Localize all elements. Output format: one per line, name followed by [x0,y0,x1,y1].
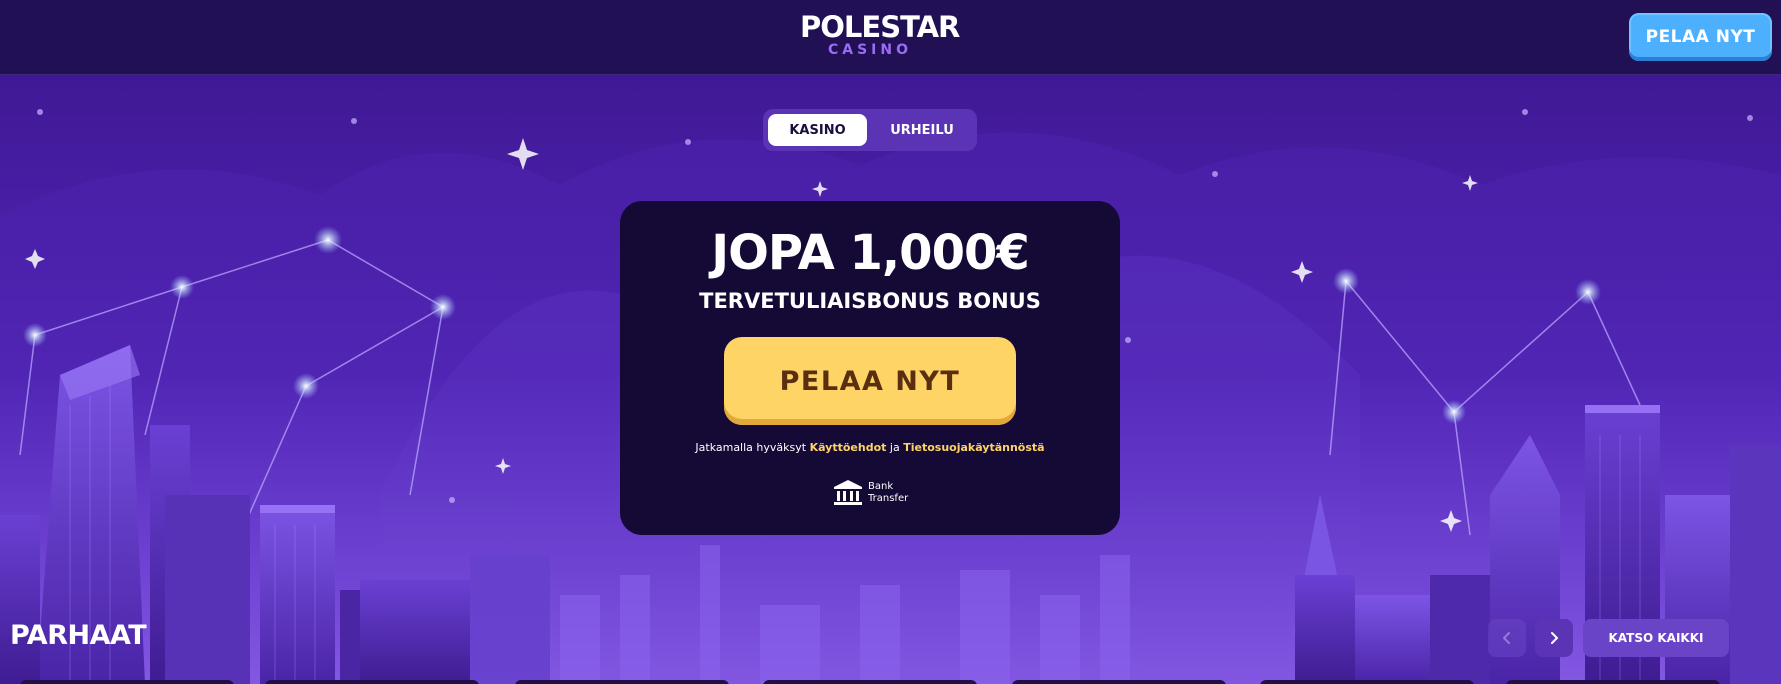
header-play-now-button[interactable]: PELAA NYT [1629,13,1772,61]
polestar-logo[interactable]: POLESTAR CASINO [800,10,960,62]
page: POLESTAR CASINO PELAA NYT KASINO URHEILU… [0,0,1781,684]
bonus-amount: JOPA 1,000€ [711,225,1030,281]
chevron-left-icon [1503,632,1510,644]
privacy-link[interactable]: Tietosuojakäytännöstä [903,441,1044,454]
tab-kasino[interactable]: KASINO [768,114,867,146]
game-tile[interactable] [265,680,479,684]
carousel-next-button[interactable] [1535,619,1573,657]
game-tile[interactable] [763,680,977,684]
game-tiles-row [0,678,1781,684]
site-header: POLESTAR CASINO PELAA NYT [0,0,1781,75]
see-all-button[interactable]: KATSO KAIKKI [1583,619,1729,657]
product-toggle: KASINO URHEILU [763,109,977,151]
bank-icon [834,480,862,505]
bonus-subtitle: TERVETULIAISBONUS BONUS [699,289,1041,313]
terms-prefix: Jatkamalla hyväksyt [695,441,807,454]
payment-method-label: Bank Transfer [868,481,918,505]
section-title-parhaat: PARHAAT [10,620,147,651]
terms-link[interactable]: Käyttöehdot [810,441,887,454]
welcome-bonus-card: JOPA 1,000€ TERVETULIAISBONUS BONUS PELA… [620,201,1120,535]
payment-line-2: Transfer [868,493,909,504]
game-tile[interactable] [515,680,729,684]
payment-line-1: Bank [868,481,894,492]
game-tile[interactable] [1260,680,1474,684]
game-tile[interactable] [1506,680,1720,684]
tab-urheilu[interactable]: URHEILU [873,114,971,146]
terms-joiner: ja [889,441,900,454]
game-tile[interactable] [20,680,234,684]
bonus-play-now-button[interactable]: PELAA NYT [724,337,1016,425]
carousel-prev-button[interactable] [1488,619,1526,657]
chevron-right-icon [1551,632,1558,644]
game-tile[interactable] [1012,680,1226,684]
terms-notice: Jatkamalla hyväksyt Käyttöehdot ja Tieto… [620,441,1120,455]
logo-wordmark: POLESTAR [800,10,960,44]
payment-method-bank-transfer: Bank Transfer [833,478,923,508]
logo-subtitle: CASINO [827,42,913,58]
